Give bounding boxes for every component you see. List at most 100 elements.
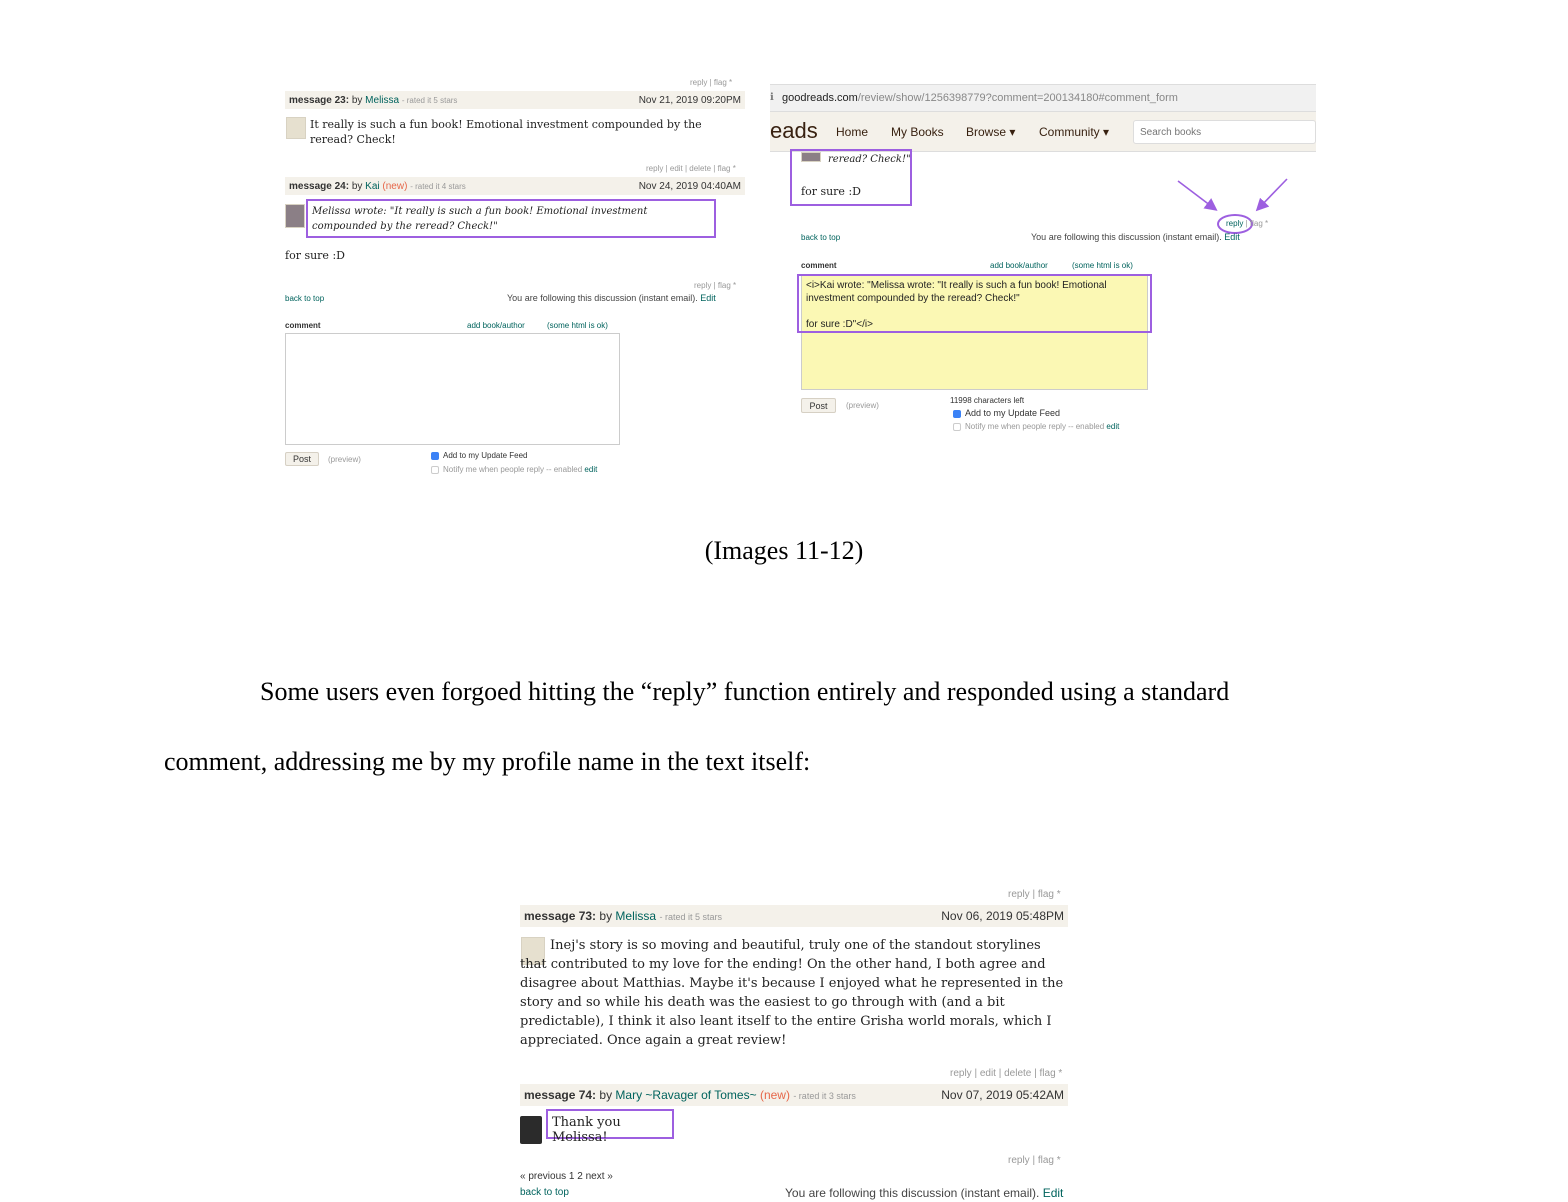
following-text: You are following this discussion (insta… [785,1186,1040,1200]
goodreads-logo[interactable]: eads [770,118,818,144]
msg24-actions[interactable]: reply | edit | delete | flag * [646,164,736,173]
msg23-label: message 23: [289,94,350,106]
add-book-link[interactable]: add book/author [990,261,1048,270]
flag-link[interactable]: | flag * [1246,219,1269,228]
avatar[interactable] [520,1116,542,1144]
some-html-link[interactable]: (some html is ok) [547,321,608,330]
update-feed-label: Add to my Update Feed [965,408,1061,418]
msg74-date[interactable]: Nov 07, 2019 05:42AM [941,1088,1064,1102]
some-html-link[interactable]: (some html is ok) [1072,261,1133,270]
url-path: /review/show/1256398779?comment=20013418… [857,92,1178,104]
msg24-header: message 24: by Kai (new) - rated it 4 st… [285,177,745,195]
post-button[interactable]: Post [801,398,836,413]
search-input[interactable] [1133,120,1316,144]
following-status: You are following this discussion (insta… [507,293,716,303]
lock-icon: ℹ [770,92,774,103]
msg24-author-link[interactable]: Kai [365,181,379,192]
update-feed-label: Add to my Update Feed [443,451,528,460]
back-to-top-link[interactable]: back to top [801,233,840,242]
by-text: by [351,180,363,192]
msg73-author-link[interactable]: Melissa [615,909,656,923]
new-badge: (new) [382,180,408,192]
notify-label: Notify me when people reply -- enabled [443,465,583,474]
avatar[interactable] [285,204,305,228]
comment-label: comment [285,321,321,330]
footer-actions[interactable]: reply | flag * [1008,1155,1061,1166]
following-edit-link[interactable]: Edit [700,293,716,303]
notify-option: Notify me when people reply -- enabled e… [953,422,1119,431]
msg23-rating: - rated it 5 stars [401,95,458,105]
following-edit-link[interactable]: Edit [1043,1186,1064,1200]
paragraph-line-2: comment, addressing me by my profile nam… [164,747,811,776]
checkbox-checked-icon[interactable] [953,409,961,418]
msg23-author-link[interactable]: Melissa [365,95,399,106]
figure-caption: (Images 11-12) [704,536,864,565]
following-edit-link[interactable]: Edit [1224,232,1240,242]
preview-link[interactable]: (preview) [328,455,361,464]
by-text: by [351,94,363,106]
msg73-rating: - rated it 5 stars [659,912,722,922]
highlighted-textarea-text: <i>Kai wrote: "Melissa wrote: "It really… [797,274,1152,333]
pagination[interactable]: « previous 1 2 next » [520,1171,613,1182]
notify-label: Notify me when people reply -- enabled [965,422,1105,431]
msg73-actions[interactable]: reply | flag * [1008,889,1061,900]
checkbox-disabled-icon [953,422,961,431]
msg24-body: for sure :D [285,249,345,262]
following-status: You are following this discussion (insta… [1031,232,1240,242]
highlighted-quote: Melissa wrote: "It really is such a fun … [306,199,716,238]
msg24-rating: - rated it 4 stars [410,181,466,191]
following-text: You are following this discussion (insta… [1031,232,1222,242]
nav-home[interactable]: Home [836,125,868,139]
msg73-date[interactable]: Nov 06, 2019 05:48PM [941,909,1064,923]
msg74-author-link[interactable]: Mary ~Ravager of Tomes~ [615,1088,756,1102]
quote-tail: reread? Check!" [828,154,911,165]
reply-body: for sure :D [801,185,861,198]
update-feed-option[interactable]: Add to my Update Feed [431,451,528,460]
following-text: You are following this discussion (insta… [507,293,698,303]
url[interactable]: goodreads.com/review/show/1256398779?com… [782,92,1178,104]
back-to-top-link[interactable]: back to top [520,1187,569,1198]
reply-actions[interactable]: reply | flag * [1226,219,1268,228]
footer-actions[interactable]: reply | flag * [694,281,736,290]
msg24-label: message 24: [289,180,350,192]
url-domain: goodreads.com [782,92,858,104]
paragraph-line-1: Some users even forgoed hitting the “rep… [260,677,1230,706]
chars-left: 11998 characters left [950,396,1025,405]
msg23-date[interactable]: Nov 21, 2019 09:20PM [639,95,741,106]
nav-browse[interactable]: Browse ▾ [966,125,1015,139]
nav-community[interactable]: Community ▾ [1039,125,1109,139]
checkbox-checked-icon[interactable] [431,451,439,460]
comment-textarea[interactable] [285,333,620,445]
arrows-icon [1177,178,1288,212]
reply-link[interactable]: reply [1226,219,1243,228]
msg74-label: message 74: [524,1088,597,1102]
nav-my-books[interactable]: My Books [891,125,944,139]
by-text: by [599,909,613,923]
preview-link[interactable]: (preview) [846,401,879,410]
msg73-header: message 73: by Melissa - rated it 5 star… [520,905,1068,927]
add-book-link[interactable]: add book/author [467,321,525,330]
post-button[interactable]: Post [285,452,319,466]
msg73-body: Inej's story is so moving and beautiful,… [520,938,1064,1048]
msg73-label: message 73: [524,909,597,923]
msg74-actions[interactable]: reply | edit | delete | flag * [950,1068,1062,1079]
checkbox-disabled-icon [431,465,439,474]
notify-edit-link[interactable]: edit [584,465,597,474]
highlighted-reply: Thank you Melissa! [546,1109,674,1145]
msg74-header: message 74: by Mary ~Ravager of Tomes~ (… [520,1084,1068,1106]
notify-option: Notify me when people reply -- enabled e… [431,465,597,474]
msg24-date[interactable]: Nov 24, 2019 04:40AM [639,181,741,192]
avatar[interactable] [801,152,821,162]
msg23-actions[interactable]: reply | flag * [690,78,732,87]
msg74-rating: - rated it 3 stars [793,1091,856,1101]
notify-edit-link[interactable]: edit [1106,422,1119,431]
following-status: You are following this discussion (insta… [785,1186,1063,1200]
avatar[interactable] [286,117,306,139]
update-feed-option[interactable]: Add to my Update Feed [953,408,1060,418]
msg23-header: message 23: by Melissa - rated it 5 star… [285,91,745,109]
comment-label: comment [801,261,837,270]
new-badge: (new) [759,1088,790,1102]
back-to-top-link[interactable]: back to top [285,294,324,303]
by-text: by [599,1088,613,1102]
msg23-body: It really is such a fun book! Emotional … [310,118,702,146]
